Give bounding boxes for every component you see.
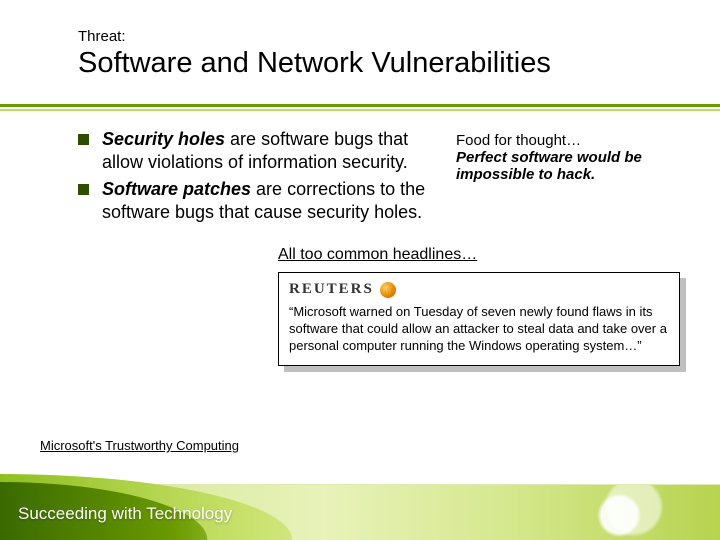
aside-lead: Food for thought… [456,132,680,149]
news-box: REUTERS “Microsoft warned on Tuesday of … [278,272,680,366]
headlines-lead: All too common headlines… [278,246,680,264]
news-clip: REUTERS “Microsoft warned on Tuesday of … [278,272,680,366]
globe-icon [380,282,396,298]
footer-text: Succeeding with Technology [18,504,232,524]
list-item: Security holes are software bugs that al… [78,128,438,174]
news-logo-text: REUTERS [289,281,374,298]
news-quote: “Microsoft warned on Tuesday of seven ne… [289,304,669,355]
bullet-list: Security holes are software bugs that al… [78,128,438,224]
divider [0,104,720,111]
kicker: Threat: [78,28,680,45]
slide: Threat: Software and Network Vulnerabili… [0,0,720,540]
bullet-strong: Software patches [102,179,251,199]
aside-body: Perfect software would be impossible to … [456,149,680,183]
page-title: Software and Network Vulnerabilities [78,47,680,80]
trustworthy-computing-link[interactable]: Microsoft's Trustworthy Computing [40,438,239,453]
bullet-strong: Security holes [102,129,225,149]
news-logo: REUTERS [289,281,669,298]
aside: Food for thought… Perfect software would… [456,128,680,228]
body: Security holes are software bugs that al… [78,128,680,366]
list-item: Software patches are corrections to the … [78,178,438,224]
